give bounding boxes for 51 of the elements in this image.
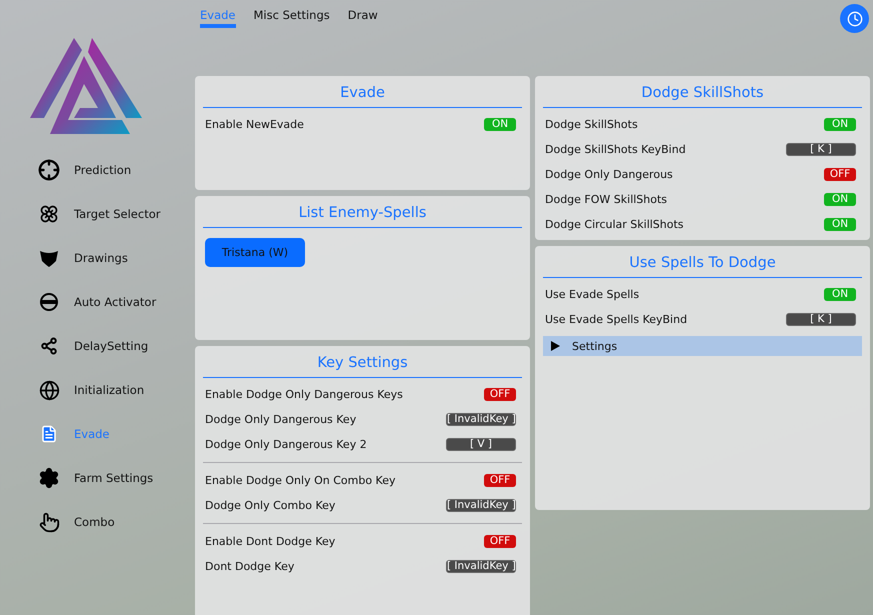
sidebar-item[interactable]: Farm Settings [0,456,195,500]
setting-label: Enable Dont Dodge Key [205,535,336,548]
sidebar-item[interactable]: Combo [0,500,195,544]
panel-title: Evade [203,76,522,108]
keybind-button[interactable]: [ K ] [786,143,856,156]
sidebar-item[interactable]: Prediction [0,148,195,192]
toggle-switch[interactable]: OFF [484,388,516,401]
panel-title: Dodge SkillShots [543,76,862,108]
triangle-icon [551,341,560,351]
setting-label: Dodge Only Dangerous Key 2 [205,438,367,451]
spell-button[interactable]: Tristana (W) [205,238,305,267]
sidebar-item[interactable]: Auto Activator [0,280,195,324]
setting-label: Dodge SkillShots [545,118,638,131]
toggle-switch[interactable]: OFF [824,168,856,181]
setting-label: Enable Dodge Only Dangerous Keys [205,388,403,401]
crosshair-icon [38,159,60,181]
flower-icon [38,204,60,224]
panel-title: List Enemy-Spells [203,196,522,228]
panel-title: Use Spells To Dodge [543,246,862,278]
setting-label: Enable Dodge Only On Combo Key [205,474,396,487]
shield-icon [38,248,60,268]
setting-label: Dodge Only Dangerous [545,168,673,181]
toggle-switch[interactable]: OFF [484,474,516,487]
clock-icon [846,10,862,26]
setting-label: Use Evade Spells [545,288,640,301]
setting-label: Dont Dodge Key [205,560,294,573]
keybind-button[interactable]: [ InvalidKey ] [446,413,516,426]
hand-pointer-icon [38,512,60,532]
panel-title: Key Settings [203,346,522,378]
setting-label: Enable NewEvade [205,118,304,131]
keybind-button[interactable]: [ InvalidKey ] [446,499,516,512]
keybind-button[interactable]: [ InvalidKey ] [446,560,516,573]
setting-label: Dodge Circular SkillShots [545,218,684,231]
logo-icon [30,38,142,134]
setting-label: Dodge Only Combo Key [205,499,336,512]
globe-icon [38,380,60,400]
sidebar-item[interactable]: Target Selector [0,192,195,236]
sidebar-item[interactable]: Drawings [0,236,195,280]
toggle-switch[interactable]: OFF [484,535,516,548]
clock-button[interactable] [840,4,869,33]
tab[interactable]: Misc Settings [254,6,330,28]
setting-label: Use Evade Spells KeyBind [545,313,688,326]
tab[interactable]: Draw [348,6,378,28]
keybind-button[interactable]: [ K ] [786,313,856,326]
sidebar-item[interactable]: Initialization [0,368,195,412]
sidebar-item[interactable]: DelaySetting [0,324,195,368]
collapsible-section[interactable]: Settings [543,336,862,356]
setting-label: Dodge FOW SkillShots [545,193,668,206]
setting-label: Dodge SkillShots KeyBind [545,143,686,156]
keybind-button[interactable]: [ V ] [446,438,516,451]
setting-label: Dodge Only Dangerous Key [205,413,356,426]
